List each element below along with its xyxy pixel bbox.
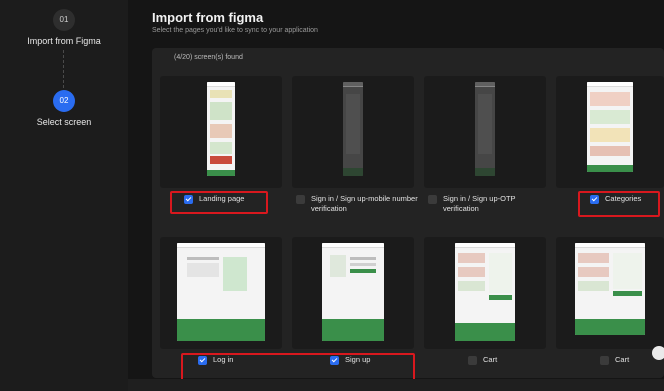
screen-thumbnail[interactable] [292, 76, 414, 188]
screen-card-cart[interactable]: Cart [424, 237, 546, 365]
screen-checkbox-row[interactable]: Sign in / Sign up-OTP verification [428, 194, 550, 214]
screen-thumbnail[interactable] [160, 76, 282, 188]
bottom-bar [128, 379, 664, 391]
screen-card-mobile-verification[interactable]: Sign in / Sign up-mobile number verifica… [292, 76, 418, 213]
screen-thumbnail[interactable] [424, 237, 546, 349]
step-number-badge: 02 [53, 90, 75, 112]
screen-card-categories[interactable]: Categories [556, 76, 664, 204]
page-header: Import from figma Select the pages you'd… [152, 10, 318, 34]
screen-thumbnail[interactable] [160, 237, 282, 349]
sign-up-preview [322, 243, 384, 341]
step-label: Import from Figma [27, 36, 101, 46]
step-import-from-figma[interactable]: 01 Import from Figma [0, 9, 128, 46]
cart-preview [575, 243, 645, 335]
screen-label: Cart [483, 355, 498, 364]
screen-thumbnail[interactable] [292, 237, 414, 349]
screens-found-count: (4/20) screen(s) found [174, 54, 243, 61]
screen-card-otp-verification[interactable]: Sign in / Sign up-OTP verification [424, 76, 546, 213]
screen-card-cart-2[interactable]: Cart [556, 237, 664, 365]
checkbox-unchecked-icon[interactable] [428, 195, 437, 204]
screen-card-landing-page[interactable]: Landing page [160, 76, 282, 204]
screen-thumbnail[interactable] [556, 237, 664, 349]
categories-preview [587, 82, 633, 172]
log-in-preview [177, 243, 265, 341]
cart-preview [455, 243, 515, 341]
highlight-box-landing-page [170, 191, 268, 214]
screen-thumbnail[interactable] [424, 76, 546, 188]
step-number-badge: 01 [53, 9, 75, 31]
step-select-screen[interactable]: 02 Select screen [0, 90, 128, 127]
step-connector [63, 50, 64, 88]
screen-label: Sign in / Sign up-OTP verification [443, 194, 516, 213]
screen-label: Sign in / Sign up-mobile number verifica… [311, 194, 418, 213]
checkbox-unchecked-icon[interactable] [296, 195, 305, 204]
scroll-handle[interactable] [652, 346, 664, 360]
screen-card-log-in[interactable]: Log in [160, 237, 282, 365]
otp-verification-preview [475, 82, 495, 176]
screen-selection-panel[interactable]: (4/20) screen(s) found Landing page Sign… [152, 48, 664, 384]
step-label: Select screen [36, 117, 92, 127]
page-subtitle: Select the pages you'd like to sync to y… [152, 27, 318, 34]
screen-checkbox-row[interactable]: Cart [468, 355, 590, 365]
screen-checkbox-row[interactable]: Sign in / Sign up-mobile number verifica… [296, 194, 418, 214]
stepper-sidebar: 01 Import from Figma 02 Select screen [0, 0, 128, 391]
page-title: Import from figma [152, 10, 264, 25]
mobile-verification-preview [343, 82, 363, 176]
highlight-box-categories [578, 191, 660, 217]
screen-thumbnail[interactable] [556, 76, 664, 188]
landing-page-preview [207, 82, 235, 176]
screen-label: Cart [615, 355, 630, 364]
screen-card-sign-up[interactable]: Sign up [292, 237, 414, 365]
main-content: Import from figma Select the pages you'd… [128, 0, 664, 391]
checkbox-unchecked-icon[interactable] [600, 356, 609, 365]
checkbox-unchecked-icon[interactable] [468, 356, 477, 365]
